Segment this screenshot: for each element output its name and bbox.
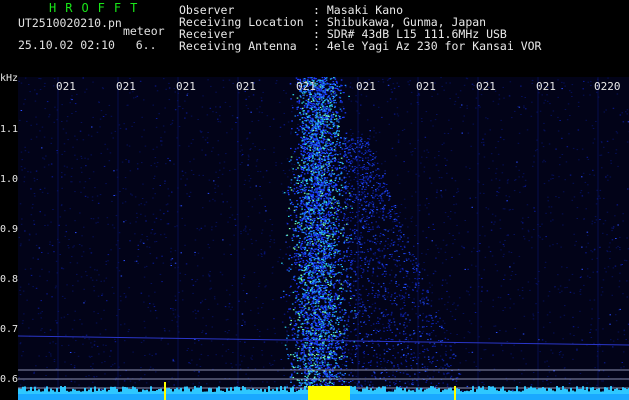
spectrogram-canvas: [18, 77, 629, 400]
x-tick-7: 021: [416, 80, 436, 93]
x-tick-8: 021: [476, 80, 496, 93]
y-tick-0.6: 0.6: [0, 374, 19, 385]
x-tick-5: 021: [296, 80, 316, 93]
y-tick-1.0: 1.0: [0, 174, 19, 185]
file-name: UT2510020210.pn: [18, 16, 122, 30]
y-tick-0.7: 0.7: [0, 324, 19, 335]
app-title: HROFFT: [49, 1, 147, 15]
meteor-tag: meteor: [123, 24, 165, 38]
x-tick-3: 021: [176, 80, 196, 93]
x-tick-1: 021: [56, 80, 76, 93]
x-tick-2: 021: [116, 80, 136, 93]
timestamp-value: 25.10.02 02:10: [18, 38, 115, 52]
x-tick-4: 021: [236, 80, 256, 93]
x-tick-10: 0220: [594, 80, 621, 93]
antenna-value: : 4ele Yagi Az 230 for Kansai VOR: [313, 39, 542, 53]
x-tick-9: 021: [536, 80, 556, 93]
y-axis-unit: kHz: [0, 73, 19, 84]
y-tick-0.9: 0.9: [0, 224, 19, 235]
y-tick-0.8: 0.8: [0, 274, 19, 285]
antenna-label: Receiving Antenna: [179, 39, 297, 53]
y-tick-1.1: 1.1: [0, 124, 19, 135]
spectrogram-plot[interactable]: [18, 77, 629, 400]
count-value: 6..: [135, 38, 157, 52]
x-tick-6: 021: [356, 80, 376, 93]
timestamp: 25.10.02 02:10 6..: [18, 39, 157, 51]
